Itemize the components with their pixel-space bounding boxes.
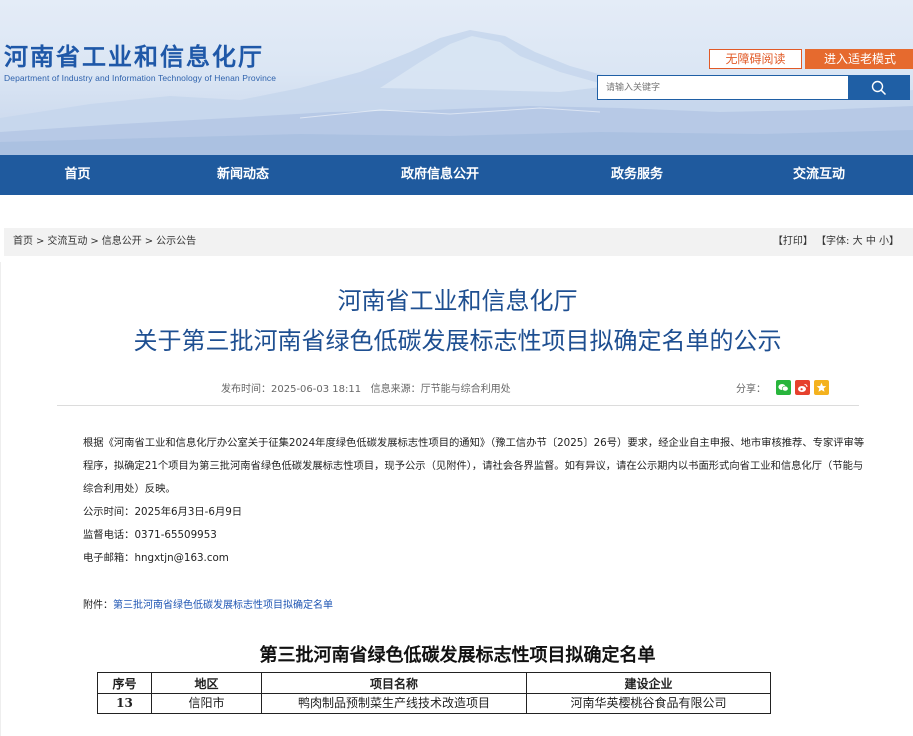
breadcrumb-separator: > xyxy=(90,236,99,247)
site-subtitle: Department of Industry and Information T… xyxy=(4,73,277,83)
cell-company: 河南华英樱桃谷食品有限公司 xyxy=(526,693,771,714)
breadcrumb-separator: > xyxy=(36,236,45,247)
cell-index: 13 xyxy=(97,693,152,714)
font-small-button[interactable]: 小 xyxy=(879,236,889,247)
nav-item-services[interactable]: 政务服务 xyxy=(549,155,725,195)
column-header-region: 地区 xyxy=(151,672,262,694)
breadcrumb-bar: 首页 > 交流互动 > 信息公开 > 公示公告 【打印】 【字体: 大 中 小】 xyxy=(4,228,913,256)
breadcrumb-item-interaction[interactable]: 交流互动 xyxy=(47,236,87,247)
supervision-phone: 监督电话：0371-65509953 xyxy=(83,529,217,541)
table-row: 13 信阳市 鸭肉制品预制菜生产线技术改造项目 河南华英樱桃谷食品有限公司 xyxy=(97,693,771,714)
attachment-label: 附件： xyxy=(83,600,113,611)
article-meta: 发布时间：2025-06-03 18:11 信息来源：厅节能与综合利用处 xyxy=(221,382,511,398)
breadcrumb-item-info[interactable]: 信息公开 xyxy=(102,236,142,247)
search-button[interactable] xyxy=(848,75,910,100)
breadcrumb-item-home[interactable]: 首页 xyxy=(13,236,33,247)
notice-period: 公示时间：2025年6月3日-6月9日 xyxy=(83,506,243,518)
column-header-index: 序号 xyxy=(97,672,152,694)
share-group: 分享： xyxy=(736,380,829,395)
table-header-row: 序号 地区 项目名称 建设企业 xyxy=(97,672,771,694)
column-header-company: 建设企业 xyxy=(526,672,771,694)
top-button-group: 无障碍阅读 进入适老模式 xyxy=(709,49,913,69)
weibo-share-icon[interactable] xyxy=(795,380,810,395)
search-bar xyxy=(597,75,910,100)
cell-project: 鸭肉制品预制菜生产线技术改造项目 xyxy=(261,693,527,714)
article: 河南省工业和信息化厅 关于第三批河南省绿色低碳发展标志性项目拟确定名单的公示 发… xyxy=(0,262,913,736)
breadcrumb: 首页 > 交流互动 > 信息公开 > 公示公告 xyxy=(13,228,196,256)
font-medium-button[interactable]: 中 xyxy=(866,236,876,247)
font-large-button[interactable]: 大 xyxy=(853,236,863,247)
search-input[interactable] xyxy=(597,75,848,100)
nav-item-gov-info[interactable]: 政府信息公开 xyxy=(331,155,549,195)
site-logo[interactable]: 河南省工业和信息化厅 Department of Industry and In… xyxy=(4,42,276,83)
share-label: 分享： xyxy=(736,384,766,395)
article-title-line1: 河南省工业和信息化厅 xyxy=(337,287,578,315)
main-nav: 首页 新闻动态 政府信息公开 政务服务 交流互动 xyxy=(0,155,913,195)
attachment-link[interactable]: 第三批河南省绿色低碳发展标志性项目拟确定名单 xyxy=(113,600,333,611)
breadcrumb-item-notice[interactable]: 公示公告 xyxy=(156,236,196,247)
document-title: 第三批河南省绿色低碳发展标志性项目拟确定名单 xyxy=(259,645,656,666)
source-label: 信息来源： xyxy=(370,384,421,395)
article-paragraph: 根据《河南省工业和信息化厅办公室关于征集2024年度绿色低碳发展标志性项目的通知… xyxy=(83,437,865,495)
print-button[interactable]: 【打印】 xyxy=(773,236,813,247)
nav-item-home[interactable]: 首页 xyxy=(0,155,155,195)
attachment-line: 附件：第三批河南省绿色低碳发展标志性项目拟确定名单 xyxy=(83,599,333,613)
source-value: 厅节能与综合利用处 xyxy=(420,384,511,395)
site-title: 河南省工业和信息化厅 xyxy=(4,43,264,71)
page-tools: 【打印】 【字体: 大 中 小】 xyxy=(773,228,899,256)
search-icon xyxy=(871,80,887,95)
publish-time: 2025-06-03 18:11 xyxy=(271,384,362,395)
column-header-project: 项目名称 xyxy=(261,672,527,694)
favorite-share-icon[interactable] xyxy=(814,380,829,395)
cell-region: 信阳市 xyxy=(151,693,262,714)
article-title-line2: 关于第三批河南省绿色低碳发展标志性项目拟确定名单的公示 xyxy=(133,327,782,355)
title-divider xyxy=(57,405,859,406)
article-body: 根据《河南省工业和信息化厅办公室关于征集2024年度绿色低碳发展标志性项目的通知… xyxy=(56,432,866,570)
wechat-share-icon[interactable] xyxy=(776,380,791,395)
font-size-label: 【字体: xyxy=(816,236,850,247)
project-list-table: 序号 地区 项目名称 建设企业 13 信阳市 鸭肉制品预制菜生产线技术改造项目 … xyxy=(97,672,771,714)
accessible-reading-button[interactable]: 无障碍阅读 xyxy=(709,49,802,69)
font-size-bracket: 】 xyxy=(889,236,899,247)
publish-label: 发布时间： xyxy=(221,384,271,395)
site-header: 河南省工业和信息化厅 Department of Industry and In… xyxy=(0,0,913,155)
nav-item-interaction[interactable]: 交流互动 xyxy=(725,155,913,195)
breadcrumb-separator: > xyxy=(144,236,154,247)
contact-email: 电子邮箱：hngxtjn@163.com xyxy=(83,552,229,564)
elderly-mode-button[interactable]: 进入适老模式 xyxy=(805,49,913,69)
nav-item-news[interactable]: 新闻动态 xyxy=(155,155,331,195)
